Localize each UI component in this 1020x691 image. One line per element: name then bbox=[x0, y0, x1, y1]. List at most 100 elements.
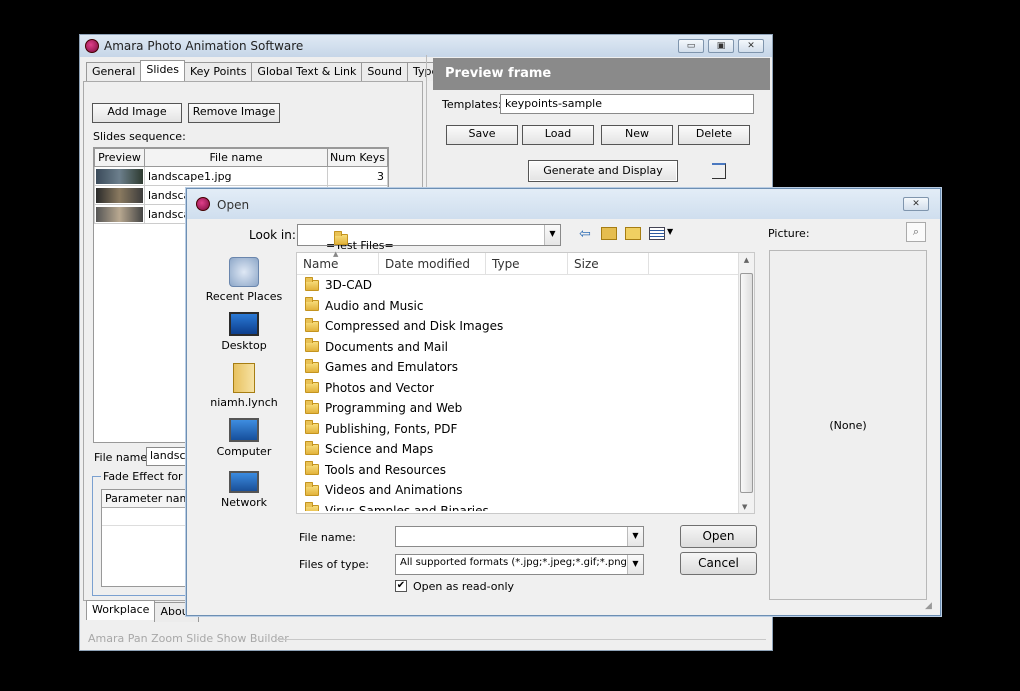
nav-computer[interactable]: Computer bbox=[199, 418, 289, 458]
col-name[interactable]: Name ▲ bbox=[297, 250, 379, 274]
folder-name: Compressed and Disk Images bbox=[325, 319, 504, 334]
col-size[interactable]: Size bbox=[568, 253, 649, 274]
list-item[interactable]: 3D-CAD bbox=[297, 275, 754, 296]
maximize-button[interactable]: ▣ bbox=[708, 39, 734, 53]
list-item[interactable]: Photos and Vector bbox=[297, 378, 754, 399]
file-list-header: Name ▲ Date modified Type Size bbox=[297, 250, 754, 275]
new-button[interactable]: New bbox=[601, 125, 673, 145]
folder-icon bbox=[305, 358, 319, 373]
table-row[interactable]: landscape1.jpg 3 bbox=[94, 166, 388, 186]
files-of-type-value: All supported formats (*.jpg;*.jpeg;*.gi… bbox=[400, 557, 644, 568]
load-button[interactable]: Load bbox=[522, 125, 594, 145]
scrollbar-thumb[interactable] bbox=[740, 273, 753, 493]
list-item[interactable]: Science and Maps bbox=[297, 439, 754, 460]
look-in-combo[interactable]: =Test Files= ▼ bbox=[297, 224, 561, 252]
generate-and-display-button[interactable]: Generate and Display bbox=[528, 160, 678, 182]
nav-user-folder[interactable]: niamh.lynch bbox=[199, 363, 289, 409]
picture-preview: (None) bbox=[769, 250, 927, 600]
file-list[interactable]: Name ▲ Date modified Type Size 3D-CAD Audi… bbox=[296, 250, 755, 514]
list-item[interactable]: Compressed and Disk Images bbox=[297, 316, 754, 337]
resize-grip-icon[interactable]: ◢ bbox=[925, 601, 932, 611]
folder-icon bbox=[334, 231, 348, 245]
save-button[interactable]: Save bbox=[446, 125, 518, 145]
col-date-modified[interactable]: Date modified bbox=[379, 253, 486, 274]
open-dialog: Open ✕ Look in: =Test Files= ▼ ⇦ ▼ Recen… bbox=[186, 188, 941, 616]
minimize-button[interactable]: ▭ bbox=[678, 39, 704, 53]
chevron-down-icon[interactable]: ▼ bbox=[544, 225, 560, 245]
slide-thumbnail bbox=[96, 206, 143, 222]
col-file-name[interactable]: File name bbox=[144, 148, 328, 167]
app-icon bbox=[85, 39, 99, 53]
app-icon bbox=[196, 197, 210, 211]
col-name-label: Name bbox=[303, 257, 339, 271]
list-item[interactable]: Documents and Mail bbox=[297, 337, 754, 358]
remove-image-button[interactable]: Remove Image bbox=[188, 103, 280, 123]
chevron-down-icon[interactable]: ▼ bbox=[627, 527, 643, 546]
add-image-button[interactable]: Add Image bbox=[92, 103, 182, 123]
list-item[interactable]: Audio and Music bbox=[297, 296, 754, 317]
vertical-scrollbar[interactable]: ▲ ▼ bbox=[738, 253, 754, 513]
scroll-up-icon[interactable]: ▲ bbox=[739, 256, 754, 264]
list-item[interactable]: Programming and Web bbox=[297, 398, 754, 419]
nav-desktop[interactable]: Desktop bbox=[199, 312, 289, 352]
folder-name: Photos and Vector bbox=[325, 380, 434, 395]
chevron-down-icon[interactable]: ▼ bbox=[627, 555, 643, 574]
list-item[interactable]: Tools and Resources bbox=[297, 460, 754, 481]
tab-global-text-link[interactable]: Global Text & Link bbox=[251, 62, 363, 81]
dialog-file-name-input[interactable]: ▼ bbox=[395, 526, 644, 547]
picture-label: Picture: bbox=[768, 227, 810, 240]
file-name-label: File name: bbox=[94, 451, 151, 464]
nav-network[interactable]: Network bbox=[199, 471, 289, 509]
slide-thumbnail bbox=[96, 187, 143, 203]
list-item[interactable]: Virus Samples and Binaries bbox=[297, 501, 754, 511]
open-dialog-titlebar[interactable]: Open ✕ bbox=[187, 189, 940, 219]
main-tabs: General Slides Key Points Global Text & … bbox=[86, 60, 445, 81]
folder-name: 3D-CAD bbox=[325, 278, 373, 293]
files-of-type-combo[interactable]: All supported formats (*.jpg;*.jpeg;*.gi… bbox=[395, 554, 644, 575]
zoom-preview-icon[interactable]: ⌕ bbox=[906, 222, 926, 242]
back-icon[interactable]: ⇦ bbox=[579, 226, 591, 242]
list-item[interactable]: Videos and Animations bbox=[297, 480, 754, 501]
read-only-checkbox[interactable]: ✔ bbox=[395, 580, 407, 592]
tab-sound[interactable]: Sound bbox=[361, 62, 408, 81]
templates-field[interactable]: keypoints-sample bbox=[500, 94, 754, 114]
col-type[interactable]: Type bbox=[486, 253, 568, 274]
new-folder-icon[interactable] bbox=[625, 227, 641, 240]
folder-name: Videos and Animations bbox=[325, 483, 463, 498]
col-num-keys[interactable]: Num Keys bbox=[327, 148, 388, 167]
folder-list: 3D-CAD Audio and Music Compressed and Disk… bbox=[297, 275, 754, 511]
main-titlebar[interactable]: Amara Photo Animation Software ▭ ▣ ✕ bbox=[80, 35, 772, 57]
templates-label: Templates: bbox=[442, 98, 502, 111]
slides-sequence-label: Slides sequence: bbox=[93, 130, 186, 143]
folder-icon bbox=[305, 461, 319, 476]
dialog-close-button[interactable]: ✕ bbox=[903, 197, 929, 211]
list-item[interactable]: Games and Emulators bbox=[297, 357, 754, 378]
tab-workplace[interactable]: Workplace bbox=[86, 600, 156, 620]
tab-general[interactable]: General bbox=[86, 62, 142, 81]
nav-label: Network bbox=[221, 496, 267, 509]
cancel-button[interactable]: Cancel bbox=[680, 552, 757, 575]
view-dropdown-icon[interactable]: ▼ bbox=[667, 227, 673, 236]
desktop-icon bbox=[229, 312, 259, 336]
folder-name: Science and Maps bbox=[325, 442, 434, 457]
tab-slides[interactable]: Slides bbox=[140, 60, 185, 81]
nav-recent-places[interactable]: Recent Places bbox=[199, 257, 289, 303]
col-preview[interactable]: Preview bbox=[94, 148, 145, 167]
window-icon[interactable] bbox=[712, 163, 726, 179]
view-menu-icon[interactable] bbox=[649, 227, 665, 240]
folder-name: Documents and Mail bbox=[325, 339, 448, 354]
up-folder-icon[interactable] bbox=[601, 227, 617, 240]
user-folder-icon bbox=[233, 363, 255, 393]
nav-label: Recent Places bbox=[205, 290, 283, 303]
read-only-label: Open as read-only bbox=[413, 580, 515, 593]
folder-icon bbox=[305, 481, 319, 496]
delete-button[interactable]: Delete bbox=[678, 125, 750, 145]
scroll-down-icon[interactable]: ▼ bbox=[742, 503, 747, 511]
tab-key-points[interactable]: Key Points bbox=[183, 62, 253, 81]
folder-icon bbox=[305, 338, 319, 353]
open-dialog-title: Open bbox=[217, 198, 250, 212]
open-button[interactable]: Open bbox=[680, 525, 757, 548]
slide-thumbnail bbox=[96, 168, 143, 184]
list-item[interactable]: Publishing, Fonts, PDF bbox=[297, 419, 754, 440]
close-button[interactable]: ✕ bbox=[738, 39, 764, 53]
